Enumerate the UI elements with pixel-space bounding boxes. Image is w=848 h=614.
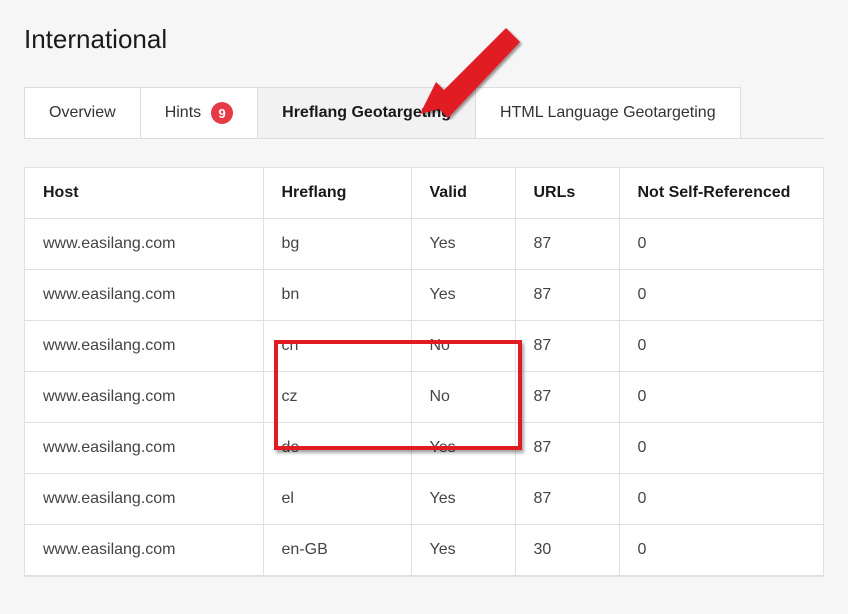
cell-urls: 87 (515, 474, 619, 525)
cell-host: www.easilang.com (25, 525, 263, 576)
table-row[interactable]: www.easilang.comen-GBYes300 (25, 525, 823, 576)
cell-host: www.easilang.com (25, 219, 263, 270)
cell-nsr: 0 (619, 219, 823, 270)
cell-nsr: 0 (619, 474, 823, 525)
cell-valid: Yes (411, 525, 515, 576)
tab-hreflang-geotargeting[interactable]: Hreflang Geotargeting (257, 87, 476, 138)
cell-valid: No (411, 321, 515, 372)
tab-label: Hreflang Geotargeting (282, 104, 451, 122)
tabs: Overview Hints 9 Hreflang Geotargeting H… (24, 87, 824, 139)
cell-nsr: 0 (619, 525, 823, 576)
cell-urls: 87 (515, 219, 619, 270)
col-urls[interactable]: URLs (515, 168, 619, 219)
cell-nsr: 0 (619, 372, 823, 423)
cell-hreflang: el (263, 474, 411, 525)
tab-label: Hints (165, 104, 201, 122)
cell-host: www.easilang.com (25, 321, 263, 372)
geotargeting-table: Host Hreflang Valid URLs Not Self-Refere… (24, 167, 824, 577)
table-row[interactable]: www.easilang.combgYes870 (25, 219, 823, 270)
tab-html-language-geotargeting[interactable]: HTML Language Geotargeting (475, 87, 741, 138)
cell-host: www.easilang.com (25, 372, 263, 423)
cell-urls: 87 (515, 270, 619, 321)
cell-urls: 87 (515, 423, 619, 474)
cell-host: www.easilang.com (25, 423, 263, 474)
table-row[interactable]: www.easilang.comczNo870 (25, 372, 823, 423)
cell-hreflang: bg (263, 219, 411, 270)
cell-urls: 87 (515, 372, 619, 423)
cell-urls: 87 (515, 321, 619, 372)
cell-hreflang: cz (263, 372, 411, 423)
tab-label: HTML Language Geotargeting (500, 104, 716, 122)
col-not-self-referenced[interactable]: Not Self-Referenced (619, 168, 823, 219)
col-hreflang[interactable]: Hreflang (263, 168, 411, 219)
table-row[interactable]: www.easilang.comdeYes870 (25, 423, 823, 474)
cell-hreflang: de (263, 423, 411, 474)
cell-hreflang: cn (263, 321, 411, 372)
cell-host: www.easilang.com (25, 270, 263, 321)
hints-badge: 9 (211, 102, 233, 124)
cell-valid: No (411, 372, 515, 423)
cell-hreflang: en-GB (263, 525, 411, 576)
cell-hreflang: bn (263, 270, 411, 321)
table-row[interactable]: www.easilang.comelYes870 (25, 474, 823, 525)
cell-valid: Yes (411, 219, 515, 270)
tab-hints[interactable]: Hints 9 (140, 87, 258, 138)
col-host[interactable]: Host (25, 168, 263, 219)
cell-valid: Yes (411, 270, 515, 321)
cell-host: www.easilang.com (25, 474, 263, 525)
page-title: International (24, 24, 824, 55)
table-header-row: Host Hreflang Valid URLs Not Self-Refere… (25, 168, 823, 219)
table-row[interactable]: www.easilang.comcnNo870 (25, 321, 823, 372)
cell-urls: 30 (515, 525, 619, 576)
table-row[interactable]: www.easilang.combnYes870 (25, 270, 823, 321)
cell-valid: Yes (411, 474, 515, 525)
cell-nsr: 0 (619, 321, 823, 372)
col-valid[interactable]: Valid (411, 168, 515, 219)
cell-nsr: 0 (619, 270, 823, 321)
cell-valid: Yes (411, 423, 515, 474)
tab-overview[interactable]: Overview (24, 87, 141, 138)
tab-label: Overview (49, 104, 116, 122)
cell-nsr: 0 (619, 423, 823, 474)
